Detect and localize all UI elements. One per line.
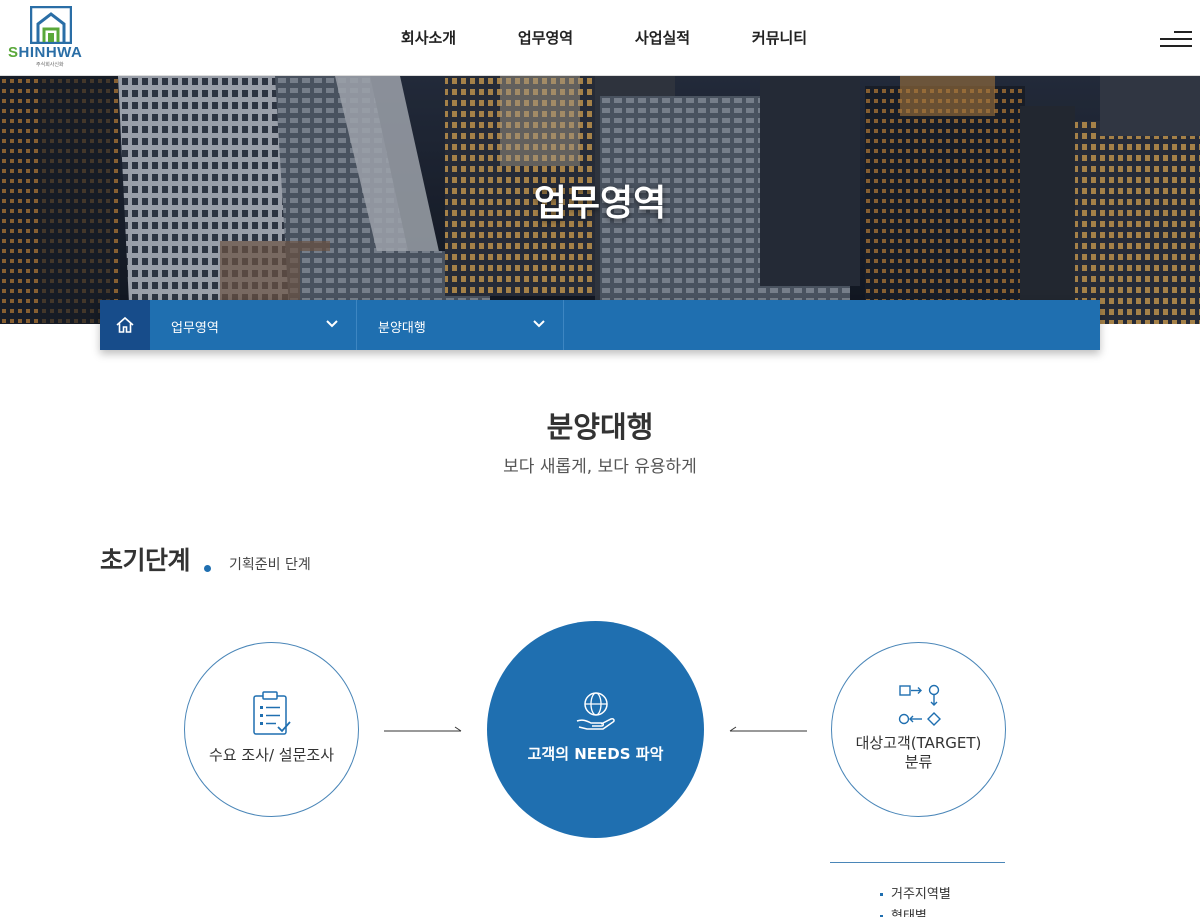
flow-shapes-icon: [898, 684, 941, 726]
flow-step-label: 수요 조사/ 설문조사: [209, 746, 334, 764]
flow-step-survey: 수요 조사/ 설문조사: [184, 642, 359, 817]
hero-title: 업무영역: [533, 183, 667, 224]
stage-dot: [204, 565, 211, 572]
breadcrumb-label: 분양대행: [378, 321, 426, 336]
chevron-down-icon: [533, 320, 545, 328]
nav-item-community[interactable]: 커뮤니티: [721, 27, 838, 48]
arrow-right-icon: [384, 726, 462, 732]
list-item: 형태별: [880, 907, 951, 917]
page-subtitle: 보다 새롭게, 보다 유용하게: [503, 457, 697, 477]
chevron-down-icon: [326, 320, 338, 328]
globe-hand-icon: [576, 692, 615, 730]
nav-item-business[interactable]: 업무영역: [487, 27, 604, 48]
hamburger-icon[interactable]: [1160, 28, 1192, 50]
target-criteria-list: 거주지역별 형태별: [880, 885, 951, 917]
clipboard-checklist-icon: [253, 691, 291, 735]
breadcrumb: 업무영역 분양대행: [100, 300, 1100, 350]
page-title: 분양대행: [546, 410, 654, 444]
divider: [830, 862, 1005, 863]
flow-step-customer-needs: 고객의 NEEDS 파악: [487, 621, 704, 838]
logo-house-icon: [30, 6, 72, 44]
hero-banner: 업무영역: [0, 76, 1200, 324]
stage-subtitle: 기획준비 단계: [229, 557, 311, 573]
flow-step-target-classification: 대상고객(TARGET) 분류: [831, 642, 1006, 817]
logo-text: SHINHWA: [8, 44, 83, 61]
breadcrumb-dropdown-business[interactable]: 업무영역: [150, 300, 357, 350]
arrow-left-icon: [729, 726, 807, 732]
flow-step-label: 대상고객(TARGET) 분류: [855, 734, 982, 771]
breadcrumb-label: 업무영역: [171, 321, 219, 336]
home-icon[interactable]: [100, 300, 150, 350]
nav-item-projects[interactable]: 사업실적: [604, 27, 721, 48]
nav-item-company[interactable]: 회사소개: [370, 27, 487, 48]
breadcrumb-dropdown-sales-agency[interactable]: 분양대행: [357, 300, 564, 350]
shinhwa-logo[interactable]: SHINHWA 주식회사신화: [8, 6, 90, 68]
flow-step-label: 고객의 NEEDS 파악: [527, 745, 664, 763]
main-nav: 회사소개 업무영역 사업실적 커뮤니티: [370, 27, 838, 48]
stage-title: 초기단계: [100, 546, 191, 575]
site-header: SHINHWA 주식회사신화 회사소개 업무영역 사업실적 커뮤니티: [0, 0, 1200, 76]
list-item: 거주지역별: [880, 885, 951, 907]
logo-subtext: 주식회사신화: [36, 62, 64, 68]
